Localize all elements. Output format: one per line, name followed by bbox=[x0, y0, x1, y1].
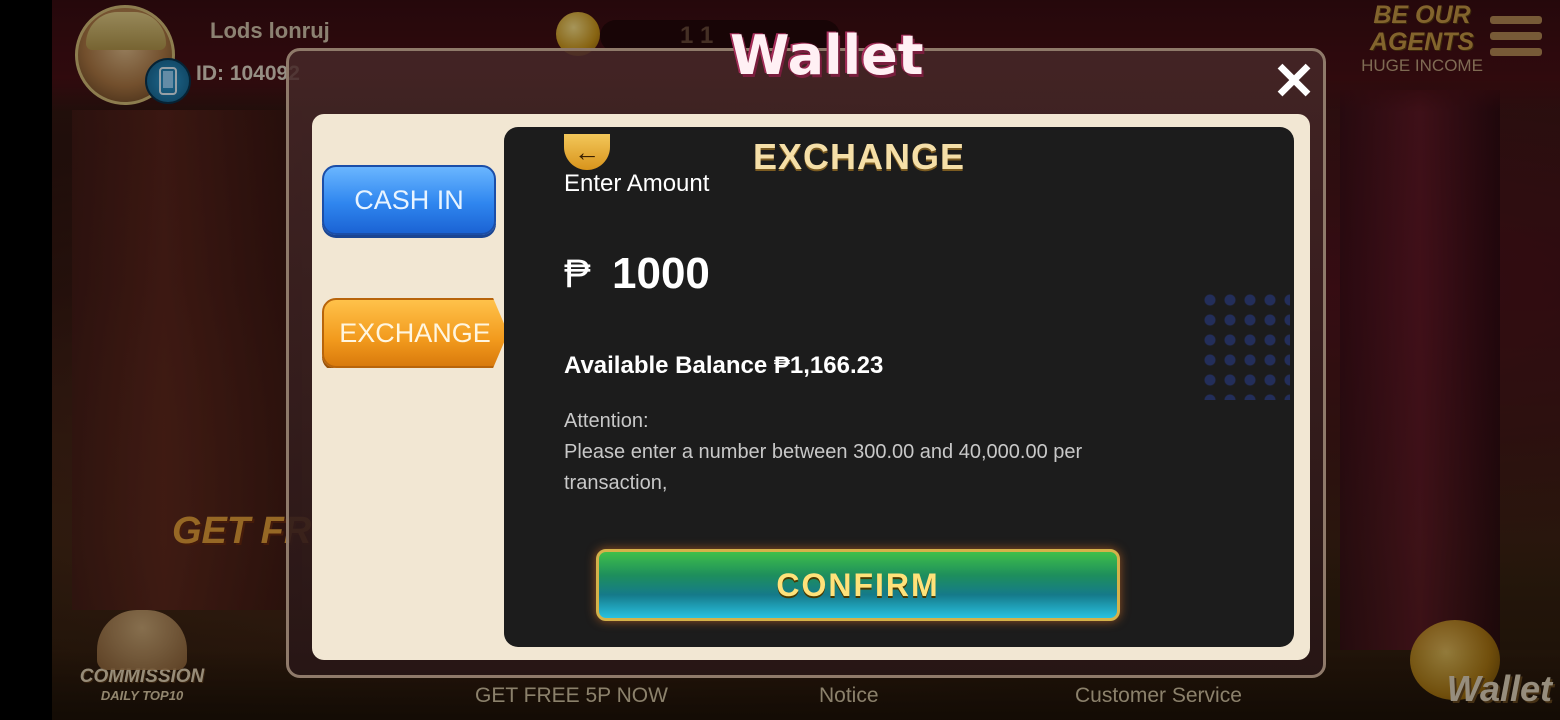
close-button[interactable]: ✕ bbox=[1268, 56, 1320, 108]
enter-amount-label: Enter Amount bbox=[564, 170, 710, 197]
currency-symbol: ₱ bbox=[564, 252, 591, 296]
attention-note: Attention: Please enter a number between… bbox=[564, 406, 1104, 499]
available-balance: Available Balance ₱1,166.23 bbox=[564, 352, 884, 379]
modal-title: Wallet bbox=[730, 24, 924, 87]
decorative-dots bbox=[1200, 290, 1290, 400]
attention-text: Please enter a number between 300.00 and… bbox=[564, 441, 1083, 494]
tab-exchange[interactable]: EXCHANGE bbox=[322, 298, 508, 368]
attention-label: Attention: bbox=[564, 410, 649, 432]
tab-cash-in[interactable]: CASH IN bbox=[322, 165, 496, 235]
confirm-button[interactable]: CONFIRM bbox=[596, 549, 1120, 621]
amount-input[interactable]: 1000 bbox=[612, 249, 710, 299]
exchange-title: EXCHANGE bbox=[752, 136, 966, 177]
